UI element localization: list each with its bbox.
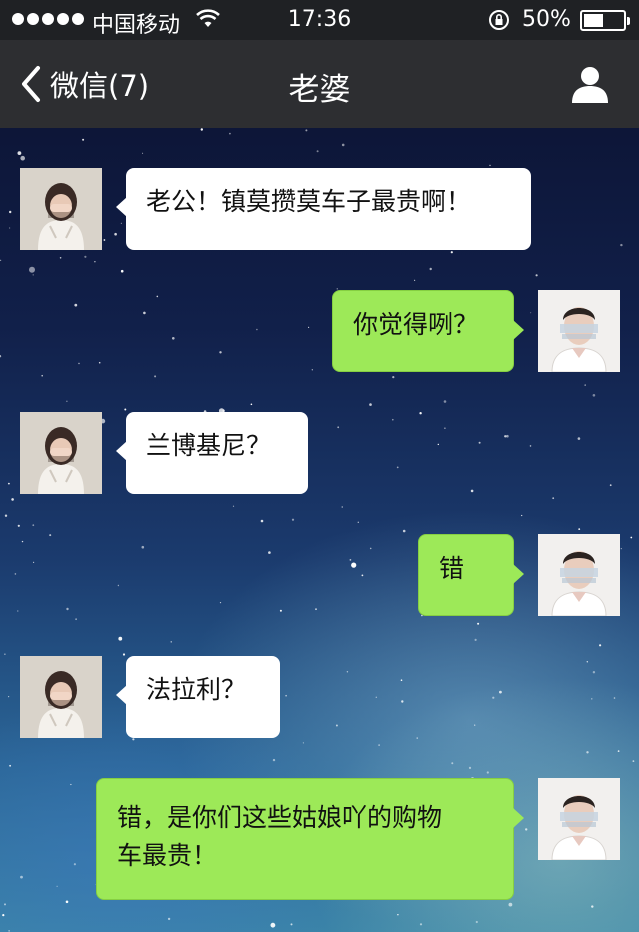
message-line: 错，是你们这些姑娘吖的购物 [117, 803, 443, 832]
contact-avatar[interactable] [20, 412, 102, 494]
my-avatar[interactable] [538, 778, 620, 860]
contact-avatar[interactable] [20, 168, 102, 250]
my-avatar[interactable] [538, 290, 620, 372]
message-bubble[interactable]: 错，是你们这些姑娘吖的购物 车最贵！ [96, 778, 524, 900]
message-row-outgoing: 你觉得咧？ [0, 290, 639, 372]
message-bubble[interactable]: 你觉得咧？ [332, 290, 524, 372]
message-row-outgoing: 错 [0, 534, 639, 616]
contact-avatar[interactable] [20, 656, 102, 738]
message-row-outgoing: 错，是你们这些姑娘吖的购物 车最贵！ [0, 778, 639, 900]
status-bar: 中国移动 17:36 50% [0, 0, 639, 40]
chat-title: 老婆 [288, 72, 351, 108]
message-bubble[interactable]: 兰博基尼？ [116, 412, 308, 494]
message-bubble[interactable]: 错 [418, 534, 524, 616]
navigation-bar: 微信(7) 老婆 [0, 40, 639, 128]
message-bubble[interactable]: 法拉利？ [116, 656, 280, 738]
rotation-lock-icon [489, 10, 509, 30]
message-line: 车最贵！ [117, 841, 218, 870]
message-row-incoming: 法拉利？ [0, 656, 639, 738]
message-row-incoming: 兰博基尼？ [0, 412, 639, 494]
message-row-incoming: 老公！镇莫攒莫车子最贵啊！ [0, 168, 639, 250]
battery-icon [580, 10, 630, 31]
my-avatar[interactable] [538, 534, 620, 616]
chat-screen: 中国移动 17:36 50% 微信(7) 老婆 老公！镇莫攒莫车子最贵啊！ 你觉… [0, 0, 639, 932]
battery-percentage: 50% [522, 7, 571, 32]
contact-profile-icon[interactable] [570, 64, 610, 104]
message-bubble[interactable]: 老公！镇莫攒莫车子最贵啊！ [116, 168, 531, 250]
